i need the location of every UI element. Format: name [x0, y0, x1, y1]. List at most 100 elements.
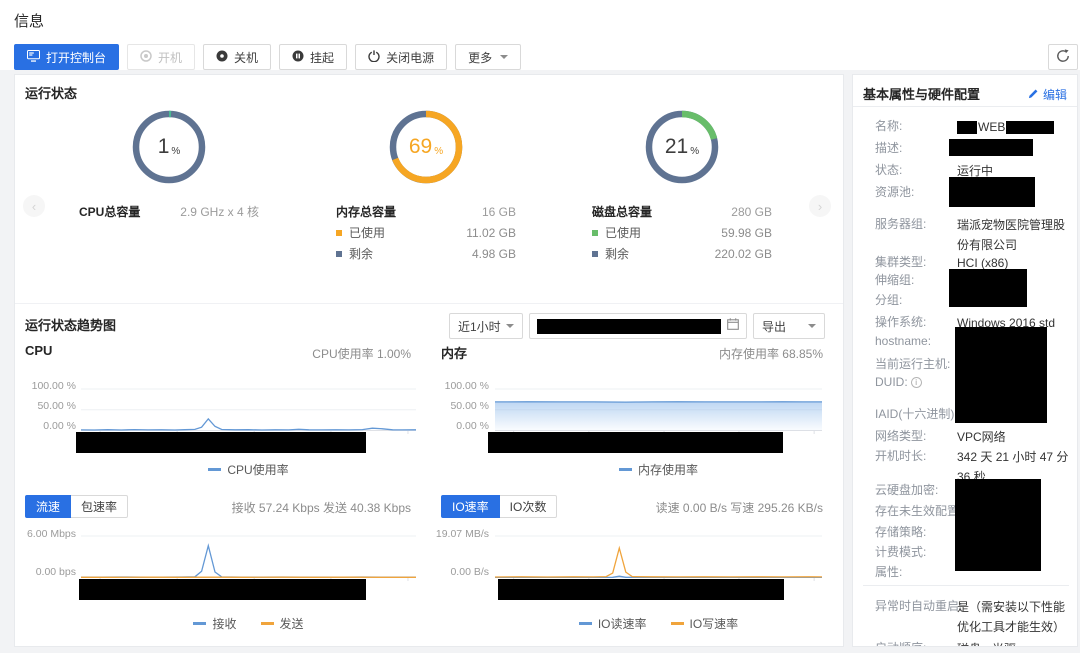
- cpu-percent-value: 1%: [131, 109, 207, 185]
- free-bullet-icon: [336, 251, 342, 257]
- open-console-label: 打开控制台: [46, 49, 106, 66]
- field-label-billing-mode: 计费模式:: [875, 543, 926, 560]
- redacted-value: [955, 327, 1047, 423]
- network-stat: 接收 57.24 Kbps 发送 40.38 Kbps: [111, 499, 411, 516]
- memory-chart-legend: 内存使用率: [495, 461, 822, 478]
- legend-label: CPU使用率: [227, 461, 288, 478]
- io-rate-chart: [495, 530, 822, 582]
- refresh-button[interactable]: [1048, 44, 1078, 70]
- memory-ytick-50: 50.00 %: [429, 400, 489, 412]
- memory-used-label: 已使用: [336, 224, 385, 241]
- toolbar: 打开控制台 开机 关机 挂起 关闭电源 更多: [14, 44, 521, 70]
- edit-label: 编辑: [1043, 86, 1067, 103]
- carousel-next-button[interactable]: ›: [809, 195, 831, 217]
- redacted-value: [957, 121, 977, 134]
- more-button[interactable]: 更多: [455, 44, 521, 70]
- export-select[interactable]: 导出: [753, 313, 825, 339]
- shutdown-button[interactable]: 关机: [203, 44, 271, 70]
- field-label-disk-encryption: 云硬盘加密:: [875, 481, 938, 498]
- memory-used-value: 11.02 GB: [466, 226, 516, 240]
- field-label-pool: 资源池:: [875, 183, 914, 200]
- redacted-value: [1006, 121, 1054, 134]
- redacted-value: [949, 177, 1035, 207]
- field-label-cluster-type: 集群类型:: [875, 253, 926, 270]
- redacted-x-axis: [498, 579, 784, 600]
- edit-button[interactable]: 编辑: [1028, 86, 1067, 103]
- cpu-ytick-50: 50.00 %: [16, 400, 76, 412]
- free-bullet-icon: [592, 251, 598, 257]
- power-off-label: 关闭电源: [386, 49, 434, 66]
- panel-divider: [853, 106, 1077, 107]
- disk-used-label: 已使用: [592, 224, 641, 241]
- page-title: 信息: [14, 10, 44, 31]
- network-ytick-max: 6.00 Mbps: [16, 528, 76, 540]
- memory-usage-chart: [495, 383, 822, 435]
- time-range-select[interactable]: 近1小时: [449, 313, 523, 339]
- legend-dash-icon: [619, 468, 632, 471]
- io-chart-legend: IO读速率 IO写速率: [495, 615, 822, 632]
- export-label: 导出: [762, 318, 786, 335]
- disk-percent-value: 21%: [644, 109, 720, 185]
- power-off-button[interactable]: 关闭电源: [355, 44, 447, 70]
- field-value-server-group: 瑞派宠物医院管理股份有限公司: [957, 215, 1073, 255]
- chevron-down-icon: [500, 55, 508, 59]
- suspend-button[interactable]: 挂起: [279, 44, 347, 70]
- memory-ytick-100: 100.00 %: [429, 380, 489, 392]
- tab-traffic-rate[interactable]: 流速: [25, 495, 71, 518]
- memory-free-value: 4.98 GB: [472, 247, 516, 261]
- power-on-label: 开机: [158, 49, 182, 66]
- tab-io-rate[interactable]: IO速率: [441, 495, 500, 518]
- legend-dash-icon: [261, 622, 274, 625]
- field-label-group: 分组:: [875, 291, 902, 308]
- cpu-usage-stat: CPU使用率 1.00%: [111, 345, 411, 362]
- time-range-value: 近1小时: [458, 318, 501, 335]
- cpu-gauge: 1% CPU总容量 2.9 GHz x 4 核: [79, 109, 259, 222]
- cpu-ytick-0: 0.00 %: [16, 420, 76, 432]
- section-divider: [15, 303, 843, 304]
- running-status-title: 运行状态: [25, 83, 77, 102]
- properties-panel: 基本属性与硬件配置 编辑 名称: WEB 描述: 状态: 运行中 资源池: 服务…: [852, 74, 1078, 647]
- io-ytick-max: 19.07 MB/s: [429, 528, 489, 540]
- memory-usage-donut: 69%: [388, 109, 464, 185]
- disk-used-value: 59.98 GB: [721, 226, 772, 240]
- network-traffic-chart: [81, 530, 416, 582]
- console-icon: [27, 50, 40, 65]
- open-console-button[interactable]: 打开控制台: [14, 44, 119, 70]
- memory-gauge: 69% 内存总容量 16 GB 已使用 11.02 GB 剩余 4.98 GB: [336, 109, 516, 264]
- redacted-value: [949, 139, 1033, 156]
- cpu-chart-legend: CPU使用率: [81, 461, 416, 478]
- cpu-capacity-label: CPU总容量: [79, 203, 140, 220]
- field-label-pending-config: 存在未生效配置:: [875, 502, 962, 519]
- trend-chart-title: 运行状态趋势图: [25, 315, 116, 334]
- field-label-storage-policy: 存储策略:: [875, 523, 926, 540]
- shutdown-icon: [216, 50, 228, 65]
- cpu-usage-donut: 1%: [131, 109, 207, 185]
- field-label-uptime: 开机时长:: [875, 447, 926, 464]
- field-label-network-type: 网络类型:: [875, 427, 926, 444]
- power-on-icon: [140, 50, 152, 65]
- power-on-button[interactable]: 开机: [127, 44, 195, 70]
- field-label-os: 操作系统:: [875, 313, 926, 330]
- field-label-boot-order: 启动顺序:: [875, 639, 926, 647]
- properties-panel-title: 基本属性与硬件配置: [863, 84, 980, 103]
- disk-usage-donut: 21%: [644, 109, 720, 185]
- network-ytick-0: 0.00 bps: [16, 566, 76, 578]
- carousel-prev-button[interactable]: ‹: [23, 195, 45, 217]
- legend-label: IO写速率: [690, 615, 739, 632]
- io-stat: 读速 0.00 B/s 写速 295.26 KB/s: [523, 499, 823, 516]
- legend-dash-icon: [671, 622, 684, 625]
- legend-label: 发送: [280, 615, 304, 632]
- disk-gauge: 21% 磁盘总容量 280 GB 已使用 59.98 GB 剩余 220.02 …: [592, 109, 772, 264]
- cpu-capacity-value: 2.9 GHz x 4 核: [180, 203, 259, 220]
- legend-label: IO读速率: [598, 615, 647, 632]
- info-icon: i: [911, 377, 922, 388]
- date-range-input[interactable]: [529, 313, 747, 339]
- main-panel: 运行状态 ‹ › 1% CPU总容量 2.9 GHz x 4 核: [14, 74, 844, 647]
- field-label-host: 当前运行主机:: [875, 355, 950, 372]
- field-label-auto-restart: 异常时自动重启:: [875, 597, 962, 614]
- field-value-network-type: VPC网络: [957, 427, 1073, 447]
- shutdown-label: 关机: [234, 49, 258, 66]
- field-label-attributes: 属性:: [875, 563, 902, 580]
- cpu-chart-title: CPU: [25, 343, 52, 358]
- memory-free-label: 剩余: [336, 245, 373, 262]
